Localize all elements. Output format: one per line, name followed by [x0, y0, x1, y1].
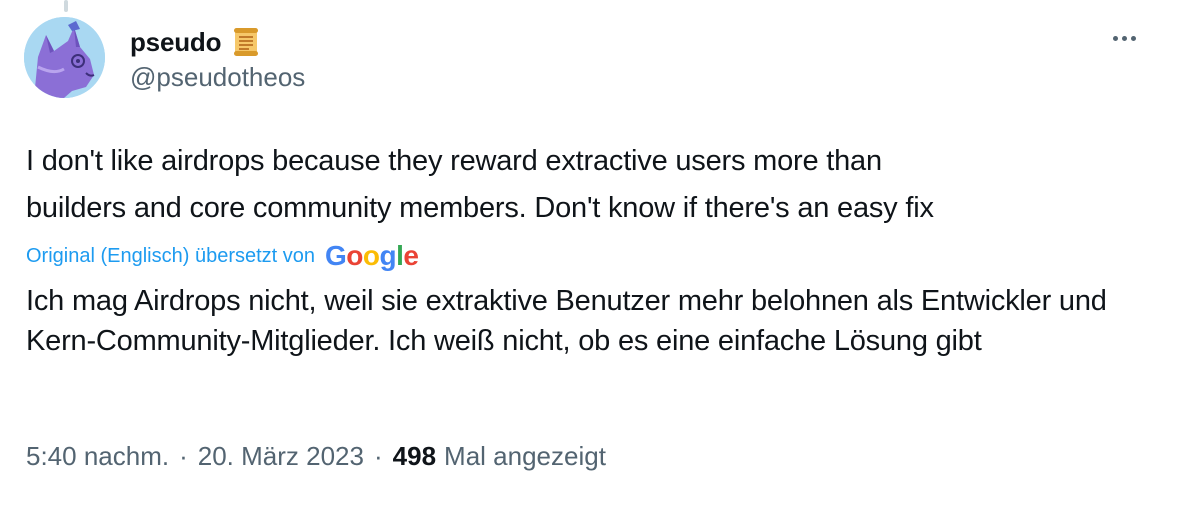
google-logo-icon: Google — [325, 240, 419, 271]
author-handle[interactable]: @pseudotheos — [130, 62, 305, 93]
views-label: Mal angezeigt — [444, 440, 606, 471]
views-count[interactable]: 498 — [393, 441, 436, 472]
author-name-row: pseudo — [130, 22, 263, 62]
meta-separator: · — [373, 440, 383, 471]
scroll-icon — [229, 25, 263, 59]
tweet-time[interactable]: 5:40 nachm. — [26, 441, 169, 472]
avatar[interactable] — [24, 17, 105, 98]
translation-credit[interactable]: Original (Englisch) übersetzt von Google — [26, 238, 419, 274]
translation-credit-label[interactable]: Original (Englisch) übersetzt von — [26, 245, 315, 268]
thread-connector-line — [64, 0, 68, 12]
tweet-date[interactable]: 20. März 2023 — [198, 441, 364, 472]
more-options-button[interactable] — [1104, 18, 1144, 58]
tweet-text: I don't like airdrops because they rewar… — [26, 145, 934, 224]
author-display-name[interactable]: pseudo — [130, 27, 221, 58]
purple-cat-avatar-icon — [24, 17, 105, 98]
tweet-meta: 5:40 nachm. · 20. März 2023 · 498 Mal an… — [26, 436, 606, 476]
translated-tweet-text: Ich mag Airdrops nicht, weil sie extrakt… — [26, 285, 1107, 357]
meta-separator: · — [179, 440, 188, 471]
more-horizontal-icon — [1112, 35, 1118, 41]
